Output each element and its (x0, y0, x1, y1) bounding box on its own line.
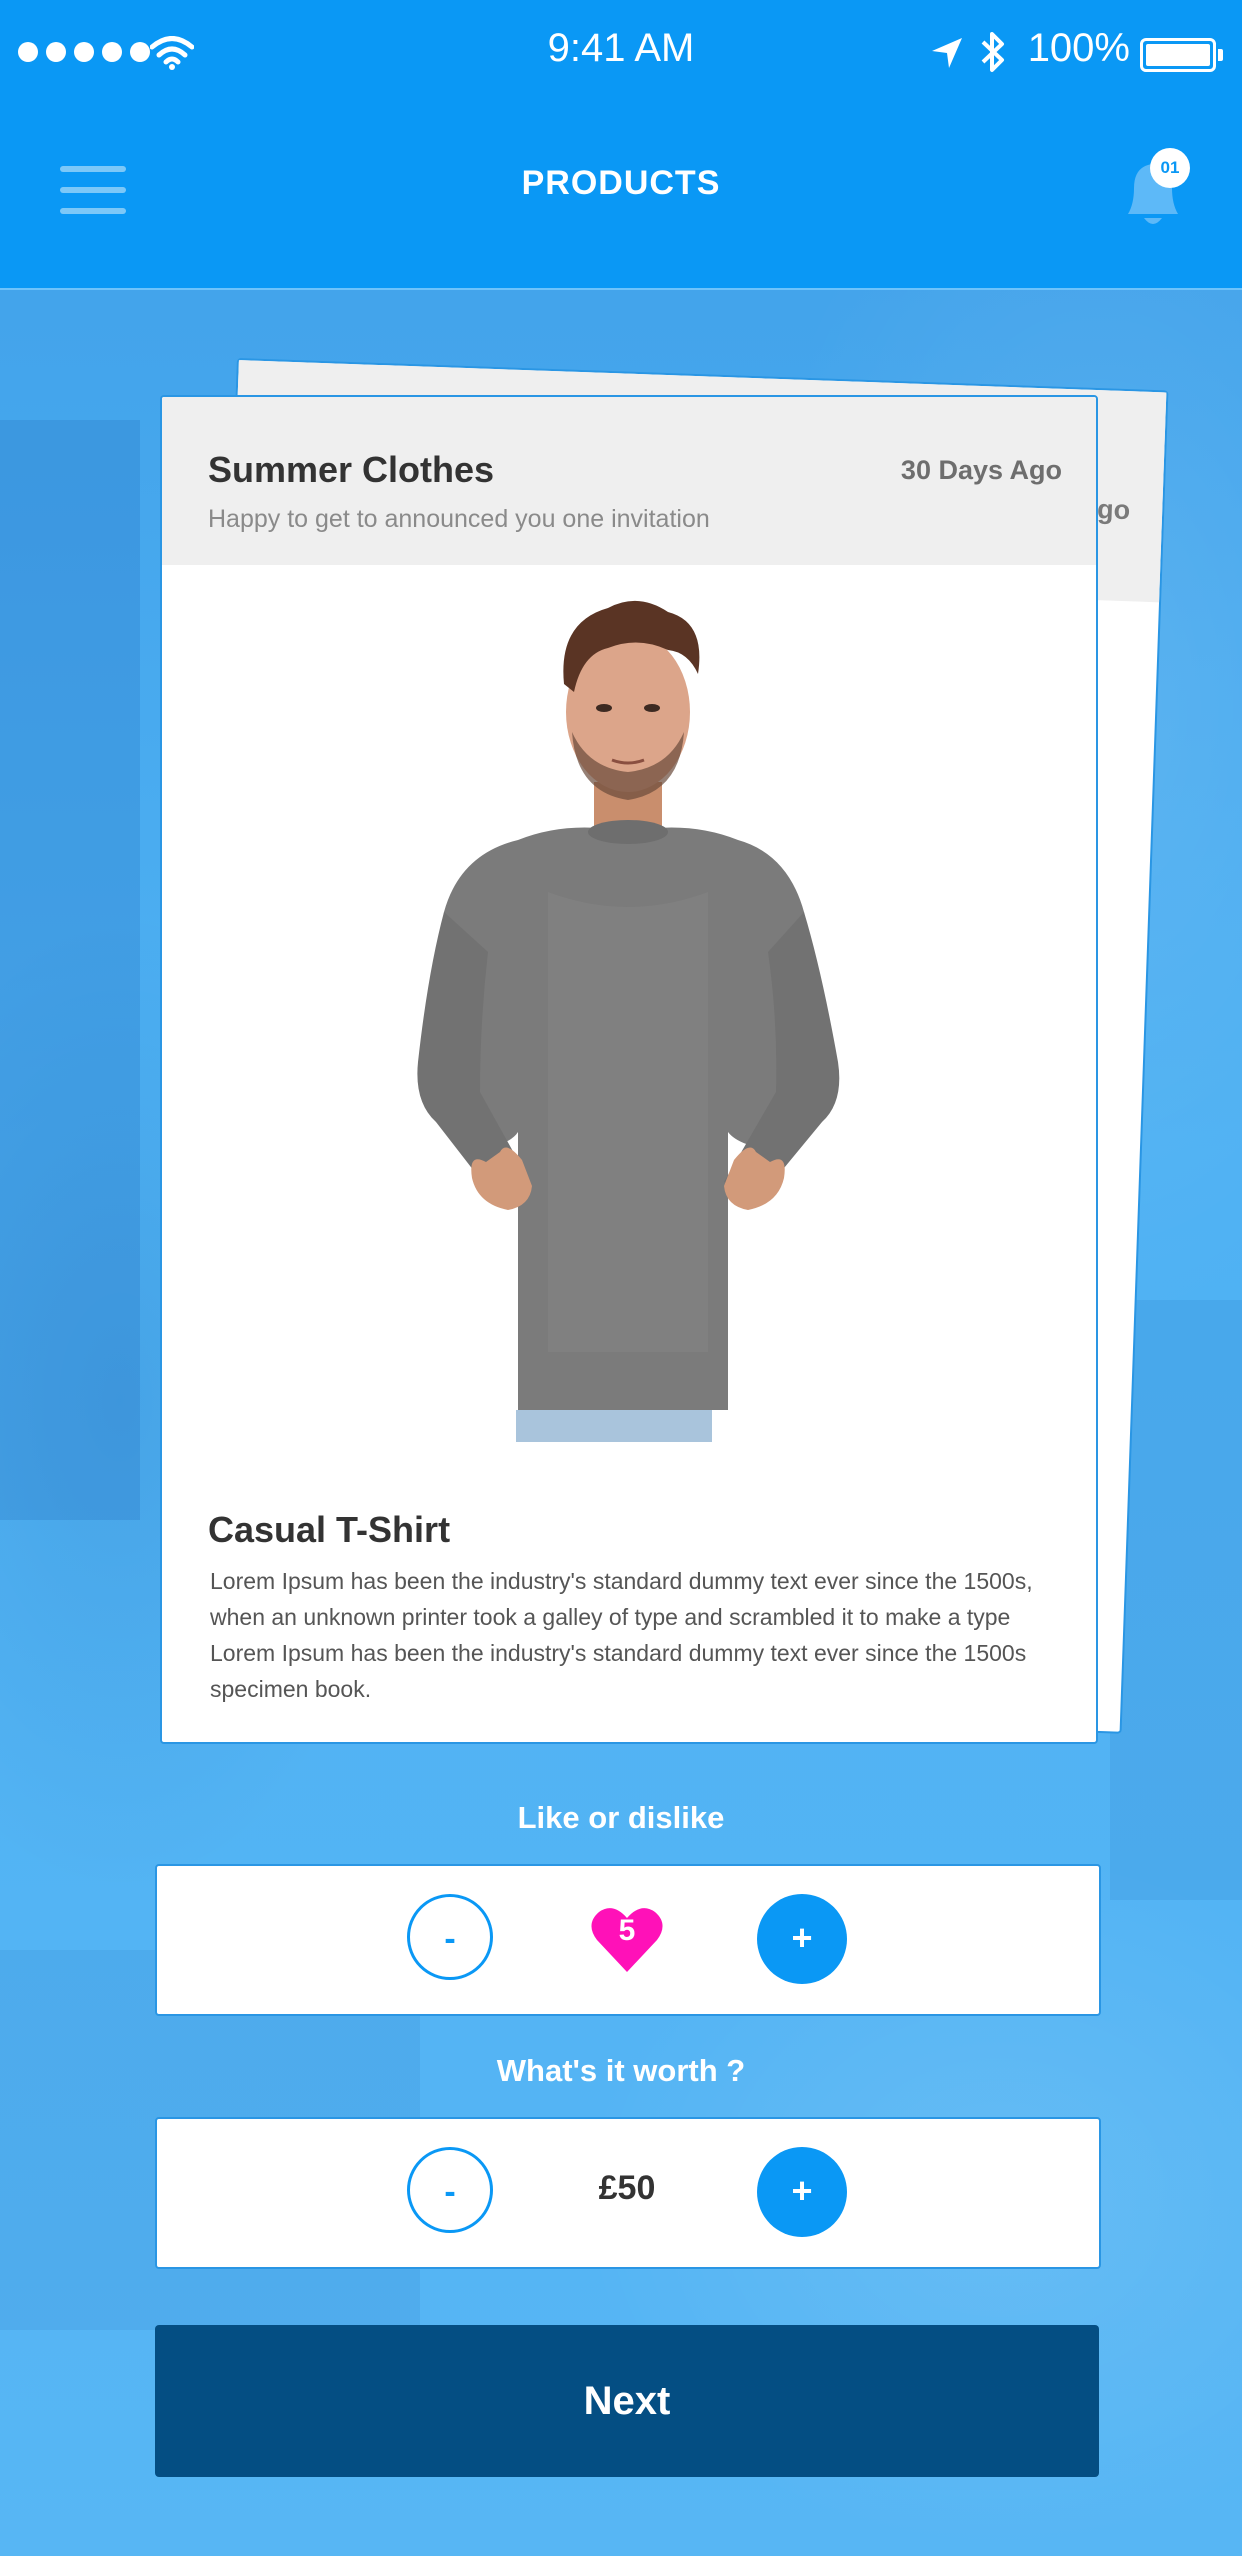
battery-icon (1140, 38, 1223, 72)
like-label: Like or dislike (517, 1800, 725, 1835)
battery-percent: 100% (1027, 26, 1130, 70)
price-value: £50 (598, 2169, 656, 2207)
decrease-price-button[interactable]: - (407, 2147, 493, 2233)
status-bar: 9:41 AM 100% (0, 0, 1242, 100)
card-subtitle: Happy to get to announced you one invita… (208, 505, 710, 533)
product-card[interactable]: Summer Clothes 30 Days Ago Happy to get … (160, 395, 1098, 1744)
worth-label: What's it worth ? (496, 2053, 746, 2088)
bluetooth-icon (981, 32, 1004, 72)
card-title: Summer Clothes (208, 449, 495, 490)
next-button[interactable]: Next (155, 2325, 1099, 2477)
location-arrow-icon (932, 38, 962, 68)
worth-control: - £50 + (155, 2117, 1101, 2269)
card-header: Summer Clothes 30 Days Ago Happy to get … (162, 397, 1096, 565)
product-name: Casual T-Shirt (208, 1509, 451, 1550)
notification-badge: 01 (1150, 148, 1190, 188)
card-date: 30 Days Ago (900, 455, 1062, 485)
product-description: Lorem Ipsum has been the industry's stan… (210, 1568, 1033, 1702)
like-button[interactable]: + (757, 1894, 847, 1984)
dislike-button[interactable]: - (407, 1894, 493, 1980)
app-header: PRODUCTS 01 (0, 100, 1242, 290)
background-shape (0, 420, 140, 1520)
like-control: - 5 + (155, 1864, 1101, 2016)
product-image (417, 600, 840, 1442)
increase-price-button[interactable]: + (757, 2147, 847, 2237)
like-count: 5 (618, 1914, 636, 1947)
page-title: PRODUCTS (521, 164, 721, 202)
